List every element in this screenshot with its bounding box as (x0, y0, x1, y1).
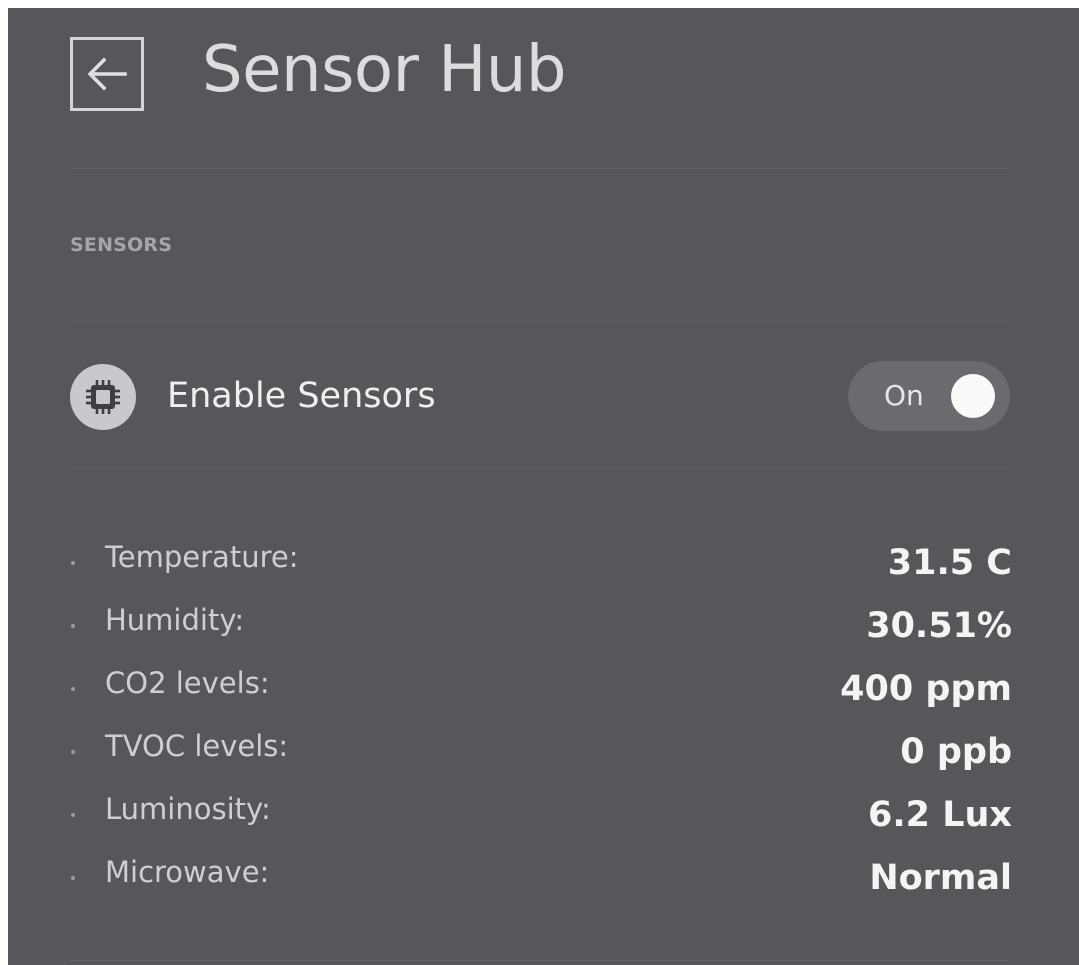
reading-value: 31.5 C (887, 543, 1012, 583)
chip-icon (70, 364, 136, 430)
enable-sensors-toggle[interactable]: On (848, 361, 1010, 431)
reading-label: Microwave: (105, 855, 270, 889)
sensor-hub-panel: Sensor Hub SENSORS Enable Sensors On Tem… (8, 8, 1079, 965)
reading-label: Temperature: (105, 540, 299, 574)
reading-value: 6.2 Lux (868, 795, 1012, 835)
reading-row-luminosity: Luminosity: 6.2 Lux (8, 785, 1079, 847)
reading-row-tvoc: TVOC levels: 0 ppb (8, 722, 1079, 784)
section-header: SENSORS (70, 234, 173, 256)
reading-value: Normal (869, 858, 1012, 898)
arrow-left-icon (87, 57, 127, 91)
bullet-icon (71, 561, 75, 565)
reading-value: 400 ppm (840, 669, 1012, 709)
toggle-state-label: On (884, 379, 924, 412)
back-button[interactable] (70, 37, 144, 111)
reading-value: 0 ppb (900, 732, 1012, 772)
reading-row-microwave: Microwave: Normal (8, 848, 1079, 910)
page-title: Sensor Hub (202, 33, 567, 107)
bullet-icon (71, 876, 75, 880)
bullet-icon (71, 813, 75, 817)
enable-sensors-label: Enable Sensors (167, 376, 436, 416)
divider (70, 960, 1008, 961)
reading-row-temperature: Temperature: 31.5 C (8, 533, 1079, 595)
bullet-icon (71, 624, 75, 628)
bullet-icon (71, 687, 75, 691)
reading-label: Luminosity: (105, 792, 271, 826)
reading-value: 30.51% (866, 606, 1012, 646)
divider (70, 321, 1008, 322)
toggle-knob (951, 374, 995, 418)
reading-row-humidity: Humidity: 30.51% (8, 596, 1079, 658)
reading-row-co2: CO2 levels: 400 ppm (8, 659, 1079, 721)
reading-label: CO2 levels: (105, 666, 270, 700)
bullet-icon (71, 750, 75, 754)
divider (70, 168, 1008, 169)
reading-label: TVOC levels: (105, 729, 289, 763)
reading-label: Humidity: (105, 603, 245, 637)
divider (70, 468, 1008, 469)
